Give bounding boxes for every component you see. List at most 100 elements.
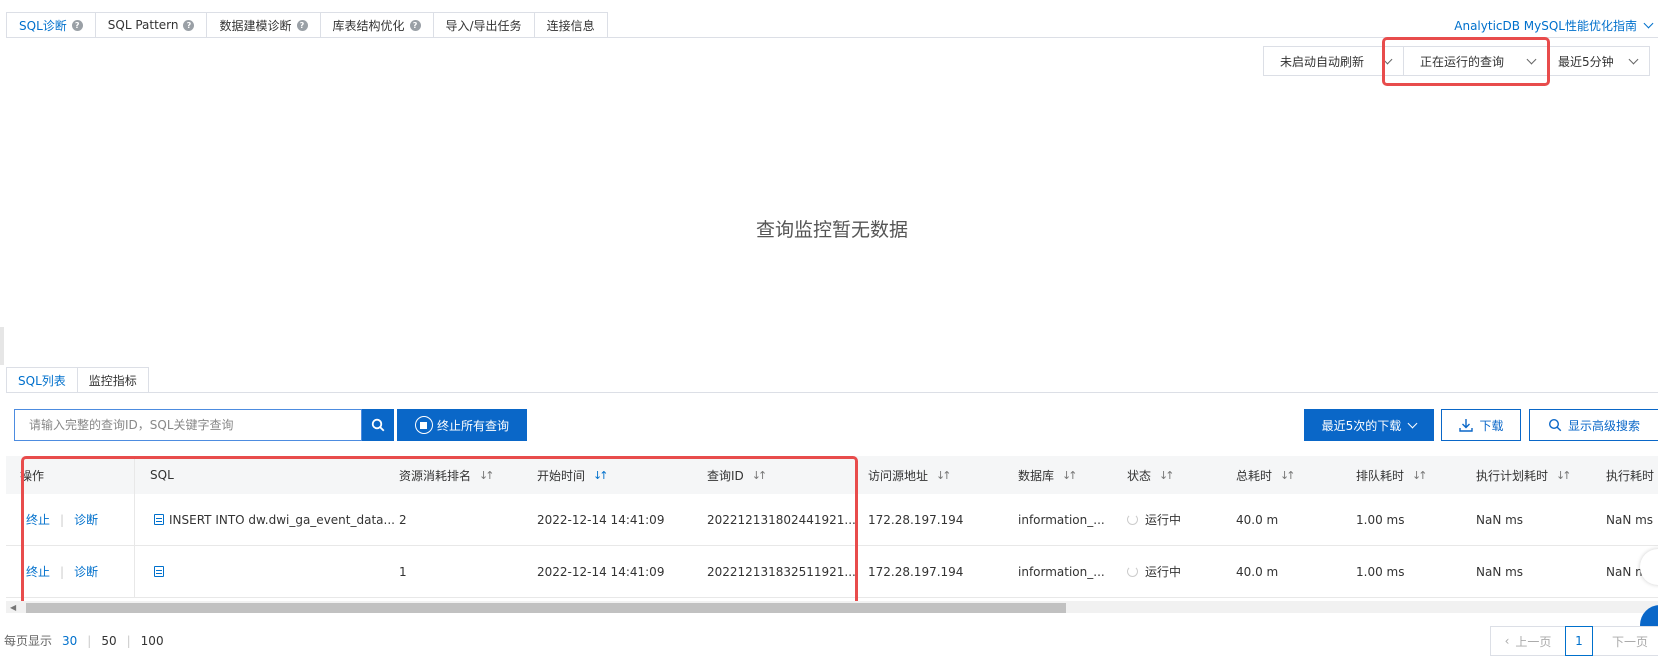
search-button[interactable] xyxy=(362,409,394,441)
option-divider: | xyxy=(87,633,92,648)
tab-data-modeling[interactable]: 数据建模诊断? xyxy=(206,12,321,38)
highlight-box-table xyxy=(21,456,858,606)
sort-icon[interactable]: ↓↑ xyxy=(936,469,952,482)
source-cell: 172.28.197.194 xyxy=(868,564,964,579)
tab-label: SQL Pattern xyxy=(107,18,179,32)
recent-downloads-label: 最近5次的下载 xyxy=(1321,418,1402,433)
col-header-plan-time[interactable]: 执行计划耗时 ↓↑ xyxy=(1476,456,1572,494)
download-icon xyxy=(1459,419,1474,432)
header-label: 状态 xyxy=(1127,468,1152,483)
status-text: 运行中 xyxy=(1145,513,1182,527)
sort-icon[interactable]: ↓↑ xyxy=(1556,469,1572,482)
sort-icon[interactable]: ↓↑ xyxy=(1280,469,1296,482)
col-header-source[interactable]: 访问源地址 ↓↑ xyxy=(868,456,952,494)
header-label: 排队耗时 xyxy=(1356,468,1405,483)
stop-all-queries-button[interactable]: 终止所有查询 xyxy=(397,409,527,441)
scrollbar-thumb[interactable] xyxy=(26,603,1066,613)
pagination: ‹ 上一页 1 下一页 xyxy=(1490,626,1658,656)
header-label: 执行计划耗时 xyxy=(1476,468,1549,483)
chevron-down-icon xyxy=(1628,54,1639,64)
page-size-option[interactable]: 30 xyxy=(62,634,77,648)
tab-schema-optimization[interactable]: 库表结构优化? xyxy=(319,12,434,38)
download-button[interactable]: 下载 xyxy=(1441,409,1521,441)
chevron-down-icon xyxy=(1407,418,1418,428)
status-text: 运行中 xyxy=(1145,565,1182,579)
help-icon[interactable]: ? xyxy=(296,19,308,31)
sort-icon[interactable]: ↓↑ xyxy=(1159,469,1175,482)
side-handle[interactable] xyxy=(0,327,4,365)
help-icon[interactable]: ? xyxy=(409,19,421,31)
tab-label: 导入/导出任务 xyxy=(445,18,522,33)
download-label: 下载 xyxy=(1479,418,1504,433)
prev-label: 上一页 xyxy=(1515,634,1552,649)
plan-time-cell: NaN ms xyxy=(1476,564,1524,579)
sort-icon[interactable]: ↓↑ xyxy=(1062,469,1078,482)
status-cell: 运行中 xyxy=(1127,546,1181,597)
col-header-queue-time[interactable]: 排队耗时 ↓↑ xyxy=(1356,456,1428,494)
col-header-exec-time[interactable]: 执行耗时 xyxy=(1606,456,1654,494)
tab-sql-pattern[interactable]: SQL Pattern? xyxy=(94,12,208,38)
empty-message: 查询监控暂无数据 xyxy=(755,218,908,241)
chevron-left-icon: ‹ xyxy=(1504,634,1510,648)
database-cell: information_... xyxy=(1018,512,1105,527)
main-tabs: SQL诊断? SQL Pattern? 数据建模诊断? 库表结构优化? 导入/导… xyxy=(6,12,608,38)
page-size-label: 每页显示 xyxy=(4,634,53,648)
performance-guide-link[interactable]: AnalyticDB MySQL性能优化指南 xyxy=(1454,17,1654,34)
tab-sql-list[interactable]: SQL列表 xyxy=(6,367,78,393)
page-number-button[interactable]: 1 xyxy=(1565,626,1593,656)
prev-page-button[interactable]: ‹ 上一页 xyxy=(1490,626,1566,656)
col-header-total-time[interactable]: 总耗时 ↓↑ xyxy=(1236,456,1296,494)
queue-time-cell: 1.00 ms xyxy=(1356,512,1405,527)
highlight-box-query-type xyxy=(1382,37,1550,86)
page-size-selector: 每页显示 30 | 50 | 100 xyxy=(4,632,164,649)
next-label: 下一页 xyxy=(1611,634,1648,649)
tab-sql-diagnosis[interactable]: SQL诊断? xyxy=(6,12,96,38)
loading-spinner-icon xyxy=(1127,566,1138,577)
plan-time-cell: NaN ms xyxy=(1476,512,1524,527)
page-size-option[interactable]: 50 xyxy=(101,634,116,648)
tab-label: SQL列表 xyxy=(18,373,66,388)
recent-downloads-button[interactable]: 最近5次的下载 xyxy=(1304,409,1434,441)
col-header-database[interactable]: 数据库 ↓↑ xyxy=(1018,456,1078,494)
header-label: 访问源地址 xyxy=(868,468,929,483)
search-icon xyxy=(1548,418,1562,432)
horizontal-scrollbar[interactable]: ◀ xyxy=(6,601,1658,613)
exec-time-cell: NaN ms xyxy=(1606,512,1654,527)
chart-empty-state: 查询监控暂无数据 xyxy=(6,88,1658,368)
time-range-value: 最近5分钟 xyxy=(1558,54,1614,69)
page-size-option[interactable]: 100 xyxy=(141,634,164,648)
scroll-left-arrow-icon[interactable]: ◀ xyxy=(10,603,16,612)
search-box xyxy=(14,409,362,441)
time-range-select[interactable]: 最近5分钟 xyxy=(1547,46,1650,76)
sort-icon[interactable]: ↓↑ xyxy=(1412,469,1428,482)
advanced-search-button[interactable]: 显示高级搜索 xyxy=(1529,409,1658,441)
search-input[interactable] xyxy=(15,410,361,440)
help-icon[interactable]: ? xyxy=(183,19,195,31)
header-label: 总耗时 xyxy=(1236,468,1273,483)
database-cell: information_... xyxy=(1018,564,1105,579)
guide-link-label: AnalyticDB MySQL性能优化指南 xyxy=(1454,19,1637,33)
chevron-down-icon xyxy=(1643,18,1654,29)
total-time-cell: 40.0 m xyxy=(1236,564,1279,579)
tab-monitoring-metrics[interactable]: 监控指标 xyxy=(76,367,149,393)
header-label: 执行耗时 xyxy=(1606,468,1655,483)
tab-import-export[interactable]: 导入/导出任务 xyxy=(432,12,535,38)
total-time-cell: 40.0 m xyxy=(1236,512,1279,527)
option-divider: | xyxy=(126,633,131,648)
tab-label: 数据建模诊断 xyxy=(219,18,292,33)
source-cell: 172.28.197.194 xyxy=(868,512,964,527)
tab-connection-info[interactable]: 连接信息 xyxy=(533,12,608,38)
help-icon[interactable]: ? xyxy=(71,19,83,31)
next-page-button[interactable]: 下一页 xyxy=(1592,626,1658,656)
col-header-status[interactable]: 状态 ↓↑ xyxy=(1127,456,1175,494)
sub-tabs: SQL列表 监控指标 xyxy=(6,367,149,393)
queue-time-cell: 1.00 ms xyxy=(1356,564,1405,579)
loading-spinner-icon xyxy=(1127,514,1138,525)
advanced-search-label: 显示高级搜索 xyxy=(1568,418,1641,433)
search-icon xyxy=(371,418,385,432)
sub-tabs-divider xyxy=(6,392,1658,393)
header-label: 数据库 xyxy=(1018,468,1055,483)
status-cell: 运行中 xyxy=(1127,494,1181,545)
stop-all-label: 终止所有查询 xyxy=(436,418,509,433)
stop-icon xyxy=(414,416,433,434)
